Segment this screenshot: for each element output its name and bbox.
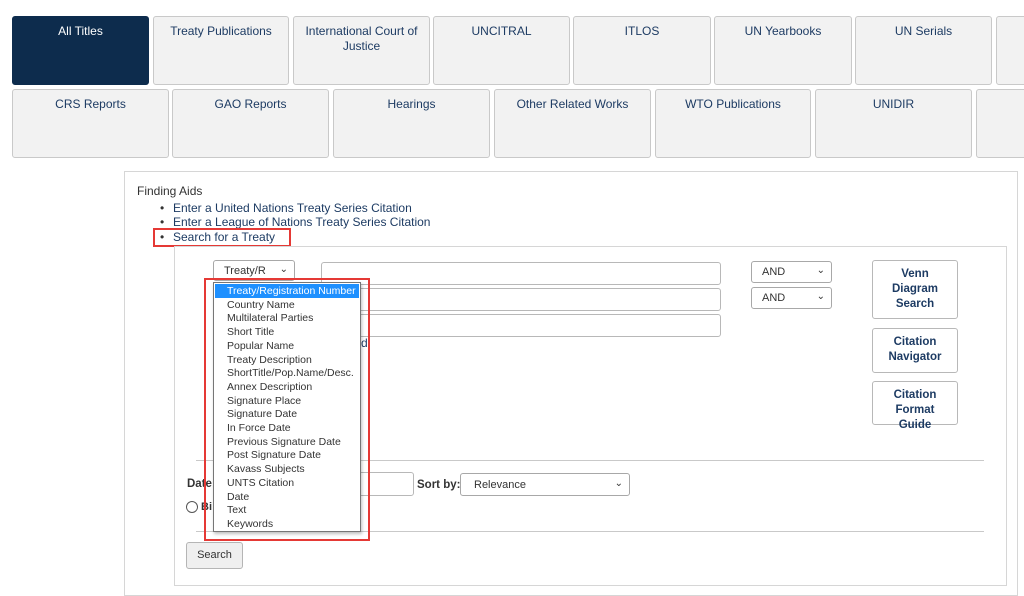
chevron-down-icon: ⌄ (279, 264, 288, 275)
finding-aid-label: Enter a League of Nations Treaty Series … (173, 215, 431, 229)
tab-gao-reports[interactable]: GAO Reports (172, 89, 329, 158)
tab-all-titles[interactable]: All Titles (12, 16, 149, 85)
tab-uncitral[interactable]: UNCITRAL (433, 16, 570, 85)
tab-hearings[interactable]: Hearings (333, 89, 490, 158)
tab-un-serials[interactable]: UN Serials (855, 16, 992, 85)
finding-aids-title: Finding Aids (137, 184, 203, 198)
search-term-input-3[interactable] (321, 314, 721, 337)
bullet-icon: • (160, 201, 165, 215)
tab-un-yearbooks[interactable]: UN Yearbooks (714, 16, 852, 85)
search-button[interactable]: Search (186, 542, 243, 569)
tab-partial-right[interactable] (996, 16, 1024, 85)
citation-navigator-button[interactable]: Citation Navigator (872, 328, 958, 373)
highlight-search-treaty (153, 228, 291, 247)
sort-label: Sort by: (417, 479, 461, 491)
search-term-input-2[interactable] (321, 288, 721, 311)
sort-select[interactable]: Relevance ⌄ (460, 473, 630, 496)
citation-format-guide-button[interactable]: Citation Format Guide (872, 381, 958, 431)
bullet-icon: • (160, 215, 165, 229)
field-select-value: Treaty/R (224, 265, 266, 277)
operator-value: AND (762, 292, 786, 304)
operator-select-2[interactable]: AND ⌄ (751, 287, 832, 309)
chevron-down-icon: ⌄ (816, 291, 825, 302)
tab-other-related-works[interactable]: Other Related Works (494, 89, 651, 158)
radio-icon (186, 501, 198, 513)
operator-value: AND (762, 266, 786, 278)
tab-international-court-of-justice[interactable]: International Court of Justice (293, 16, 430, 85)
tab-itlos[interactable]: ITLOS (573, 16, 711, 85)
tab-wto-publications[interactable]: WTO Publications (655, 89, 811, 158)
tab-crs-reports[interactable]: CRS Reports (12, 89, 169, 158)
tab-partial-right-2[interactable] (976, 89, 1024, 158)
venn-diagram-search-button[interactable]: Venn Diagram Search (872, 260, 958, 319)
chevron-down-icon: ⌄ (816, 265, 825, 276)
tab-treaty-publications[interactable]: Treaty Publications (153, 16, 289, 85)
chevron-down-icon: ⌄ (614, 478, 623, 489)
tab-unidir[interactable]: UNIDIR (815, 89, 972, 158)
finding-aid-unts-citation[interactable]: • Enter a United Nations Treaty Series C… (160, 201, 462, 216)
finding-aid-label: Enter a United Nations Treaty Series Cit… (173, 201, 412, 215)
search-term-input-1[interactable] (321, 262, 721, 285)
operator-select-1[interactable]: AND ⌄ (751, 261, 832, 283)
highlight-field-dropdown (204, 278, 370, 541)
sort-select-value: Relevance (474, 479, 526, 491)
